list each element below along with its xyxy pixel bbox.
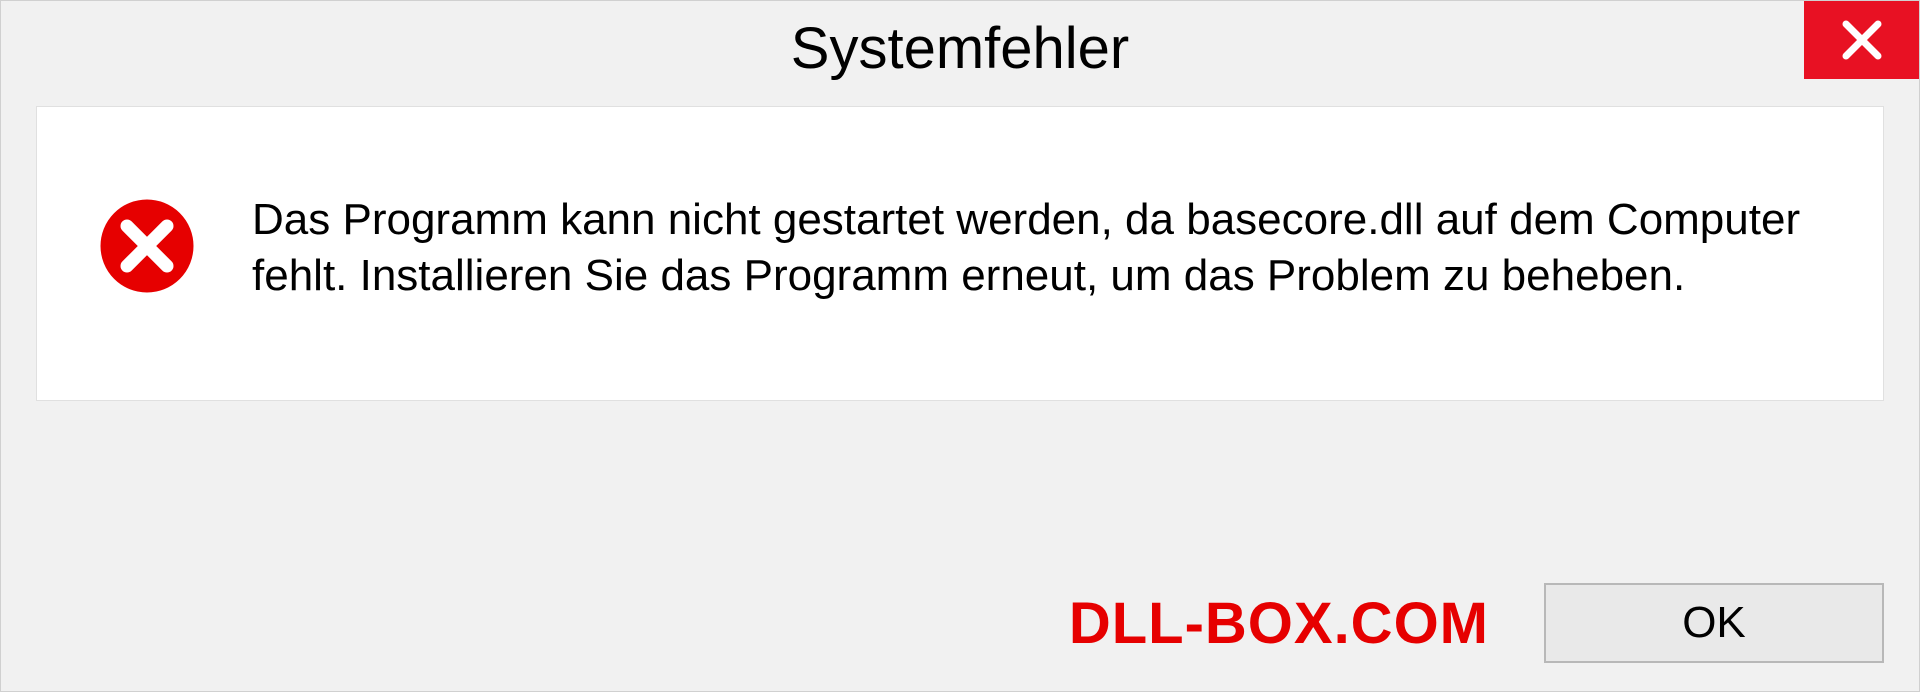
error-icon	[97, 196, 197, 301]
error-dialog: Systemfehler Das Programm kann nicht ges…	[0, 0, 1920, 692]
content-panel: Das Programm kann nicht gestartet werden…	[36, 106, 1884, 401]
close-button[interactable]	[1804, 1, 1919, 79]
ok-button[interactable]: OK	[1544, 583, 1884, 663]
dialog-title: Systemfehler	[791, 15, 1129, 82]
error-message: Das Programm kann nicht gestartet werden…	[252, 192, 1823, 305]
footer: DLL-BOX.COM OK	[36, 583, 1884, 663]
close-icon	[1840, 18, 1884, 62]
watermark-text: DLL-BOX.COM	[1069, 590, 1489, 657]
titlebar: Systemfehler	[1, 1, 1919, 96]
